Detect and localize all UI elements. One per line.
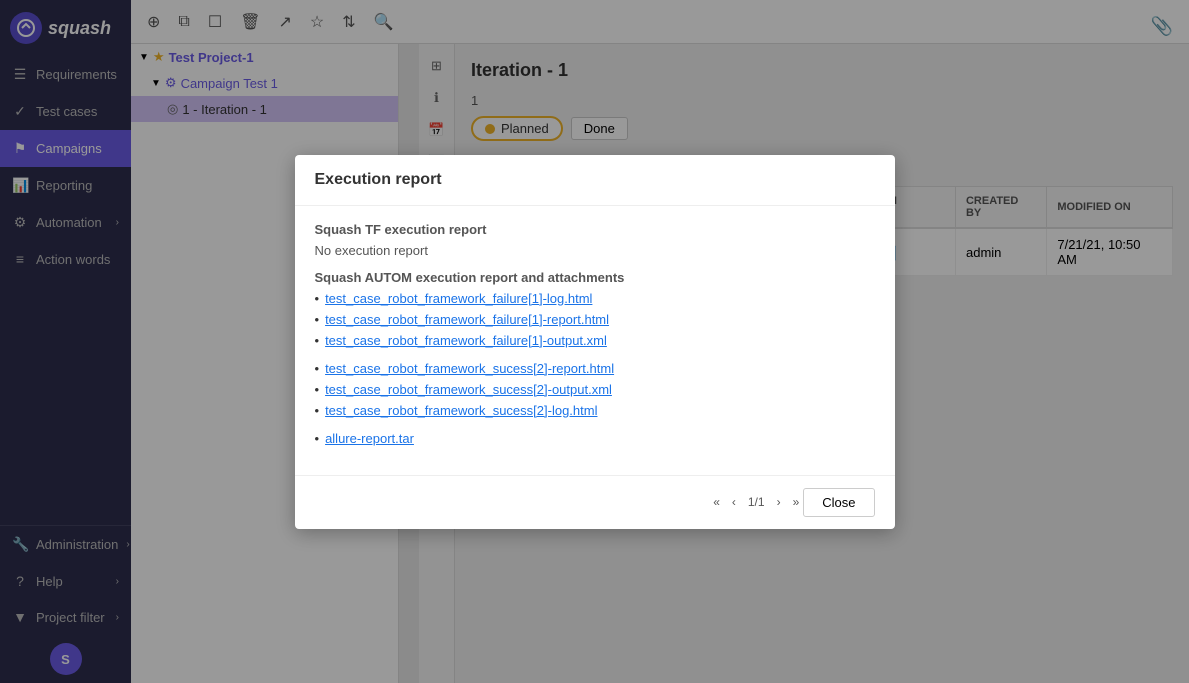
page-info: 1/1: [744, 495, 769, 509]
first-page-button[interactable]: «: [709, 493, 724, 511]
link-group-3: allure-report.tar: [315, 431, 875, 449]
last-page-button[interactable]: »: [789, 493, 804, 511]
link-failure-report[interactable]: test_case_robot_framework_failure[1]-rep…: [325, 312, 609, 327]
next-page-button[interactable]: ›: [773, 493, 785, 511]
link-item: test_case_robot_framework_sucess[2]-log.…: [315, 403, 875, 421]
link-success-report[interactable]: test_case_robot_framework_sucess[2]-repo…: [325, 361, 614, 376]
modal-body: Squash TF execution report No execution …: [295, 206, 895, 475]
link-item: test_case_robot_framework_failure[1]-log…: [315, 291, 875, 309]
link-success-output[interactable]: test_case_robot_framework_sucess[2]-outp…: [325, 382, 612, 397]
link-item: test_case_robot_framework_failure[1]-rep…: [315, 312, 875, 330]
link-item: test_case_robot_framework_sucess[2]-outp…: [315, 382, 875, 400]
link-group-1: test_case_robot_framework_failure[1]-log…: [315, 291, 875, 351]
tf-section-label: Squash TF execution report: [315, 222, 875, 237]
modal-overlay[interactable]: Execution report Squash TF execution rep…: [0, 0, 1189, 683]
modal-title: Execution report: [315, 171, 442, 188]
link-failure-output[interactable]: test_case_robot_framework_failure[1]-out…: [325, 333, 607, 348]
pagination: « ‹ 1/1 › »: [709, 488, 803, 517]
autom-section-label: Squash AUTOM execution report and attach…: [315, 270, 875, 285]
link-item: test_case_robot_framework_sucess[2]-repo…: [315, 361, 875, 379]
link-item: allure-report.tar: [315, 431, 875, 449]
modal-footer: « ‹ 1/1 › » Close: [295, 475, 895, 529]
tf-no-report: No execution report: [315, 243, 875, 258]
link-success-log[interactable]: test_case_robot_framework_sucess[2]-log.…: [325, 403, 597, 418]
link-item: test_case_robot_framework_failure[1]-out…: [315, 333, 875, 351]
close-button[interactable]: Close: [803, 488, 874, 517]
link-allure-report[interactable]: allure-report.tar: [325, 431, 414, 446]
execution-report-modal: Execution report Squash TF execution rep…: [295, 155, 895, 529]
link-group-2: test_case_robot_framework_sucess[2]-repo…: [315, 361, 875, 421]
link-failure-log[interactable]: test_case_robot_framework_failure[1]-log…: [325, 291, 592, 306]
prev-page-button[interactable]: ‹: [728, 493, 740, 511]
modal-header: Execution report: [295, 155, 895, 206]
